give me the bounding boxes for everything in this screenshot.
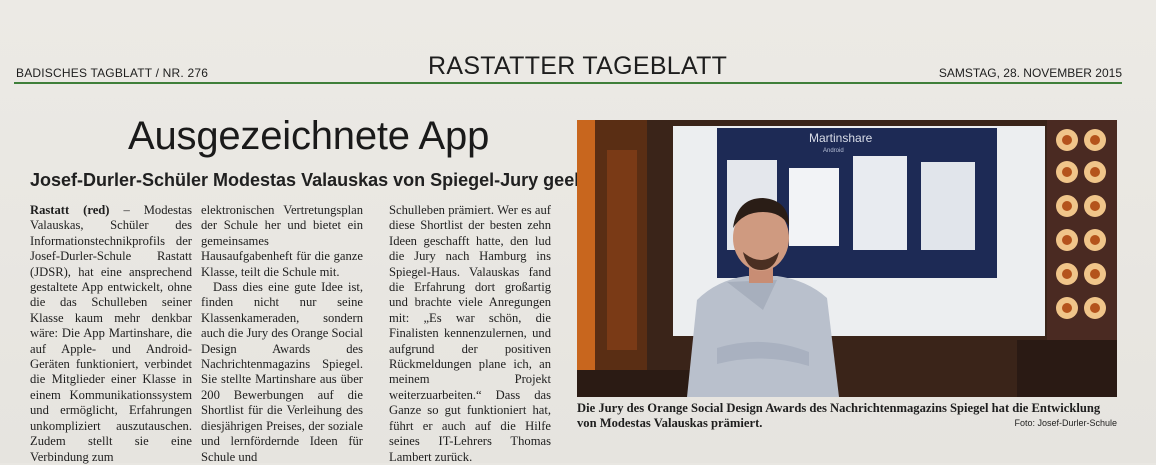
article-subheadline: Josef-Durler-Schüler Modestas Valauskas … bbox=[30, 170, 599, 190]
masthead-rule bbox=[14, 82, 1122, 84]
article-headline: Ausgezeichnete App bbox=[128, 114, 490, 158]
article-text-1: – Modestas Valauskas, Schüler des Inform… bbox=[30, 203, 192, 464]
article-text-3: Schulleben prämiert. Wer es auf diese Sh… bbox=[389, 203, 551, 464]
masthead-date: SAMSTAG, 28. NOVEMBER 2015 bbox=[938, 66, 1122, 80]
screen-subtitle: Android bbox=[823, 148, 844, 154]
article-column-2: elektronischen Vertretungsplan der Schul… bbox=[201, 203, 363, 465]
masthead-edition: BADISCHES TAGBLATT / NR. 276 bbox=[16, 66, 209, 80]
article-text-2a: elektronischen Vertretungsplan der Schul… bbox=[201, 203, 363, 279]
screen-title: Martinshare bbox=[809, 131, 873, 145]
masthead-title: RASTATTER TAGEBLATT bbox=[428, 52, 728, 80]
article-column-1: Rastatt (red) – Modestas Valauskas, Schü… bbox=[30, 203, 192, 465]
article-dateline: Rastatt (red) bbox=[30, 203, 110, 217]
article-text-2b: Dass dies eine gute Idee ist, finden nic… bbox=[201, 280, 363, 464]
article-column-3: Schulleben prämiert. Wer es auf diese Sh… bbox=[389, 203, 551, 465]
photo-credit: Foto: Josef-Durler-Schule bbox=[1014, 418, 1117, 428]
article-photo: Martinshare Android bbox=[577, 120, 1117, 397]
